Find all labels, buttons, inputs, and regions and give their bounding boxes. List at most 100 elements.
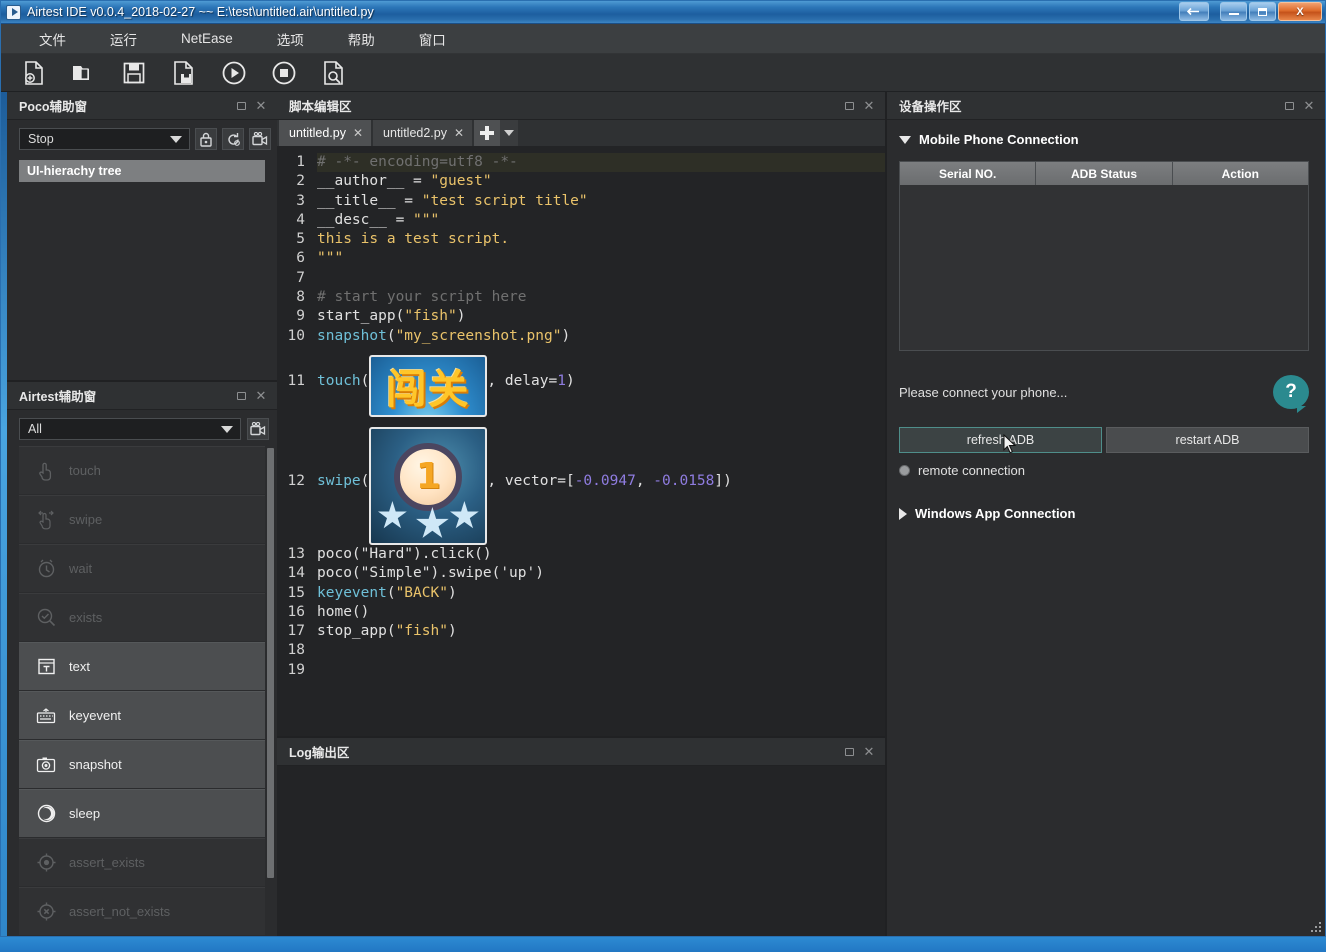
column-serial-no[interactable]: Serial NO. [900, 162, 1037, 185]
tab-untitled-py[interactable]: untitled.py ✕ [279, 120, 372, 146]
resize-grip[interactable] [1309, 920, 1321, 932]
airtest-panel-title: Airtest辅助窗 [19, 390, 97, 404]
chevron-down-icon [504, 130, 515, 136]
code-token: __title__ = [317, 192, 422, 209]
run-icon[interactable] [221, 60, 247, 86]
menu-window[interactable]: 窗口 [397, 24, 468, 54]
code-token: start_app [317, 308, 396, 325]
stop-icon[interactable] [271, 60, 297, 86]
text-box-icon [35, 656, 57, 678]
device-close-icon[interactable]: ✕ [1299, 96, 1319, 116]
code-line-1: # -*- encoding=utf8 -*- [317, 153, 885, 173]
medal-badge-thumbnail[interactable]: 1 [369, 426, 488, 545]
line-number: 6 [296, 250, 305, 267]
poco-float-icon[interactable] [231, 96, 251, 116]
save-as-icon[interactable] [171, 60, 197, 86]
line-number: 4 [296, 211, 305, 228]
add-tab-button[interactable] [474, 120, 501, 146]
line-number: 19 [287, 661, 305, 678]
code-line-9: start_app("fish") [317, 308, 466, 325]
poco-lock-button[interactable] [195, 128, 217, 150]
column-action[interactable]: Action [1172, 162, 1308, 185]
device-panel-body: Mobile Phone Connection Serial NO. ADB S… [887, 120, 1325, 936]
code-string: "test script title" [421, 192, 588, 209]
airtest-float-icon[interactable] [231, 386, 251, 406]
airtest-op-keyevent[interactable]: keyevent [19, 691, 265, 739]
line-number: 2 [296, 173, 305, 190]
闯关-button-thumbnail[interactable]: 闯关 [369, 354, 488, 417]
remote-connection-radio[interactable] [899, 465, 910, 476]
windows-connection-section-header[interactable]: Windows App Connection [899, 506, 1309, 521]
code-editor[interactable]: 1 2 3 4 5 6 7 8 9 10 11 12 13 14 15 16 1… [277, 146, 885, 736]
maximize-button[interactable] [1249, 2, 1276, 21]
inspect-file-icon[interactable] [321, 60, 347, 86]
code-function: snapshot [317, 327, 387, 344]
airtest-filter-select[interactable]: All [19, 418, 241, 440]
editor-panel-header: 脚本编辑区 ✕ [277, 92, 885, 120]
editor-tab-bar: untitled.py ✕ untitled2.py ✕ [277, 120, 885, 146]
line-number: 3 [296, 192, 305, 209]
column-adb-status[interactable]: ADB Status [1036, 162, 1173, 185]
tab-menu-button[interactable] [500, 120, 519, 146]
airtest-op-assert-exists[interactable]: assert_exists [19, 838, 265, 886]
airtest-op-sleep[interactable]: sleep [19, 789, 265, 837]
code-token: poco("Hard").click() [317, 545, 492, 562]
refresh-adb-button[interactable]: refresh ADB [899, 427, 1102, 453]
new-file-icon[interactable] [21, 60, 47, 86]
menu-help[interactable]: 帮助 [326, 24, 397, 54]
code-function: touch [317, 372, 361, 389]
editor-float-icon[interactable] [839, 96, 859, 116]
menu-file[interactable]: 文件 [17, 24, 88, 54]
moon-icon [35, 803, 57, 825]
tab-close-icon[interactable]: ✕ [454, 126, 464, 140]
save-icon[interactable] [121, 60, 147, 86]
help-button[interactable] [1179, 2, 1209, 21]
open-folder-icon[interactable] [71, 60, 97, 86]
minimize-button[interactable] [1220, 2, 1247, 21]
log-output-content[interactable] [277, 766, 885, 936]
hand-touch-icon [35, 460, 57, 482]
airtest-op-label: touch [69, 463, 101, 478]
title-bar: Airtest IDE v0.0.4_2018-02-27 ~~ E:\test… [1, 1, 1325, 24]
close-button[interactable]: X [1278, 2, 1322, 21]
log-float-icon[interactable] [839, 742, 859, 762]
ui-hierarchy-tree-root[interactable]: UI-hierachy tree [19, 160, 265, 182]
airtest-op-text[interactable]: text [19, 642, 265, 690]
airtest-op-wait[interactable]: wait [19, 544, 265, 592]
poco-refresh-button[interactable] [222, 128, 244, 150]
airtest-op-assert-not-exists[interactable]: assert_not_exists [19, 887, 265, 935]
airtest-op-swipe[interactable]: swipe [19, 495, 265, 543]
airtest-op-exists[interactable]: exists [19, 593, 265, 641]
tab-close-icon[interactable]: ✕ [353, 126, 363, 140]
device-table-body[interactable] [900, 185, 1308, 350]
device-operations-panel: 设备操作区 ✕ Mobile Phone Connection Serial N… [885, 92, 1325, 936]
help-bubble-icon[interactable]: ? [1273, 375, 1309, 413]
airtest-close-icon[interactable]: ✕ [251, 386, 271, 406]
poco-mode-select[interactable]: Stop [19, 128, 190, 150]
airtest-op-label: keyevent [69, 708, 122, 723]
code-line-10: snapshot("my_screenshot.png") [317, 327, 571, 344]
tab-untitled2-py[interactable]: untitled2.py ✕ [373, 120, 473, 146]
airtest-op-touch[interactable]: touch [19, 446, 265, 494]
clock-icon [35, 558, 57, 580]
device-float-icon[interactable] [1279, 96, 1299, 116]
airtest-panel-header: Airtest辅助窗 ✕ [7, 382, 277, 410]
airtest-op-snapshot[interactable]: snapshot [19, 740, 265, 788]
restart-adb-button[interactable]: restart ADB [1106, 427, 1309, 453]
menu-netease[interactable]: NetEase [159, 26, 255, 51]
poco-hierarchy-tree[interactable]: UI-hierachy tree [7, 156, 277, 380]
poco-close-icon[interactable]: ✕ [251, 96, 271, 116]
menu-run[interactable]: 运行 [88, 24, 159, 54]
airtest-list-scrollbar[interactable] [267, 448, 274, 878]
window-title: Airtest IDE v0.0.4_2018-02-27 ~~ E:\test… [27, 5, 374, 19]
line-number: 7 [296, 269, 305, 286]
editor-close-icon[interactable]: ✕ [859, 96, 879, 116]
poco-record-button[interactable] [249, 128, 271, 150]
mobile-connection-section-header[interactable]: Mobile Phone Connection [899, 132, 1309, 147]
menu-options[interactable]: 选项 [255, 24, 326, 54]
airtest-record-button[interactable] [247, 418, 269, 440]
code-line-13: poco("Hard").click() [317, 545, 885, 564]
remote-connection-row[interactable]: remote connection [899, 463, 1309, 478]
log-close-icon[interactable]: ✕ [859, 742, 879, 762]
device-table: Serial NO. ADB Status Action [899, 161, 1309, 351]
